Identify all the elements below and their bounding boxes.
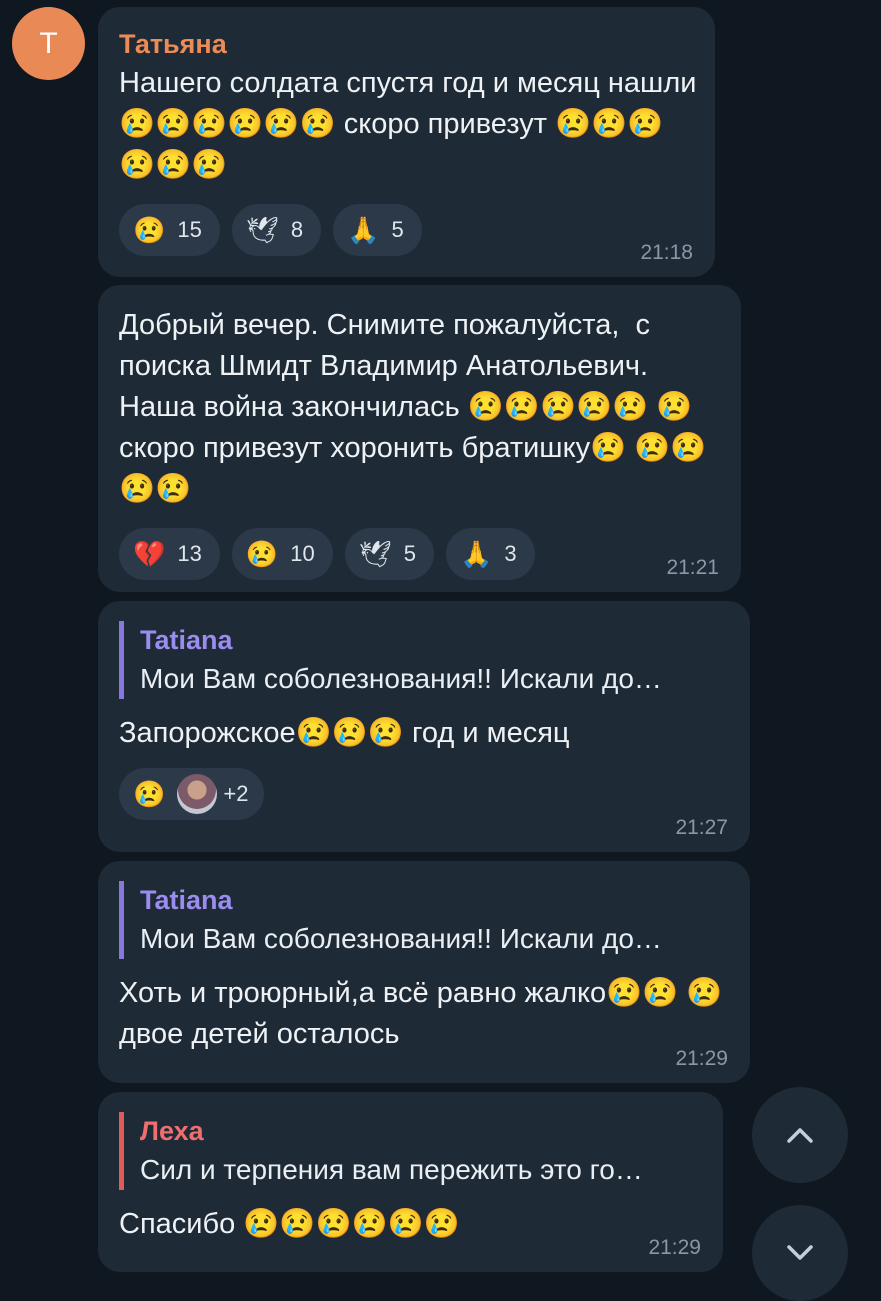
message-text: Запорожское😢😢😢 год и месяц (119, 717, 570, 749)
message-time: 21:27 (675, 816, 728, 839)
message-text: Хоть и троюрный,а всё равно жалко😢😢 😢 дв… (119, 977, 731, 1050)
reaction-chip[interactable]: 🙏 3 (445, 528, 535, 580)
chevron-up-icon (787, 1128, 813, 1143)
reaction-count: 13 (177, 541, 202, 566)
message-text: Добрый вечер. Снимите пожалуйста, с поис… (119, 309, 707, 505)
reaction-chip[interactable]: 💔 13 (119, 528, 220, 580)
reply-quote[interactable]: Tatiana Мои Вам соболезнования!! Искали … (119, 621, 728, 699)
sender-name[interactable]: Татьяна (119, 27, 693, 61)
crying-emoji-icon: 😢 (133, 214, 166, 245)
reactions-bar: 😢 +2 (119, 768, 728, 820)
message-time: 21:29 (675, 1047, 728, 1070)
message-bubble[interactable]: Tatiana Мои Вам соболезнования!! Искали … (98, 601, 750, 852)
quote-sender: Tatiana (140, 625, 233, 655)
message-bubble[interactable]: Tatiana Мои Вам соболезнования!! Искали … (98, 861, 750, 1083)
broken-heart-emoji-icon: 💔 (133, 538, 166, 569)
reaction-count: 5 (403, 541, 416, 566)
reply-quote[interactable]: Tatiana Мои Вам соболезнования!! Искали … (119, 881, 728, 959)
reaction-count: 15 (177, 217, 202, 242)
crying-emoji-icon: 😢 (245, 538, 279, 569)
message-time: 21:21 (666, 556, 719, 579)
reaction-chip[interactable]: 😢 +2 (119, 768, 265, 820)
dove-emoji-icon: 🕊 (245, 214, 279, 245)
quote-text: Сил и терпения вам пережить это го… (140, 1154, 643, 1185)
avatar-letter: T (39, 26, 58, 60)
praying-hands-emoji-icon: 🙏 (347, 214, 380, 245)
reaction-chip[interactable]: 😢 15 (119, 204, 220, 256)
reactions-bar: 💔 13 😢 10 🕊 5 🙏 3 (119, 528, 719, 580)
reactions-bar: 😢 15 🕊 8 🙏 5 (119, 204, 693, 256)
message-time: 21:18 (640, 241, 693, 264)
message-bubble[interactable]: Добрый вечер. Снимите пожалуйста, с поис… (98, 285, 741, 592)
reply-quote[interactable]: Леха Сил и терпения вам пережить это го… (119, 1112, 701, 1190)
reaction-chip[interactable]: 😢 10 (231, 528, 333, 580)
message-bubble[interactable]: Татьяна Нашего солдата спустя год и меся… (98, 7, 715, 277)
crying-emoji-icon: 😢 (133, 778, 166, 809)
reaction-chip[interactable]: 🕊 8 (231, 204, 322, 256)
quote-sender: Леха (140, 1116, 204, 1146)
message-text: Спасибо 😢😢😢😢😢😢 (119, 1208, 460, 1240)
sender-avatar[interactable]: T (12, 7, 85, 80)
message-time: 21:29 (648, 1236, 701, 1259)
quote-text: Мои Вам соболезнования!! Искали до… (140, 923, 662, 954)
message-text: Нашего солдата спустя год и месяц нашли … (119, 67, 705, 181)
reaction-chip[interactable]: 🙏 5 (333, 204, 422, 256)
chevron-down-icon (787, 1245, 813, 1260)
reactor-avatar (177, 774, 218, 814)
scroll-up-button[interactable] (752, 1087, 848, 1183)
reaction-count: 8 (290, 217, 304, 242)
reaction-extra-count: +2 (223, 781, 249, 806)
reaction-chip[interactable]: 🕊 5 (344, 528, 434, 580)
message-bubble[interactable]: Леха Сил и терпения вам пережить это го…… (98, 1092, 723, 1272)
reaction-count: 10 (290, 541, 315, 566)
quote-sender: Tatiana (140, 885, 233, 915)
scroll-down-button[interactable] (752, 1205, 848, 1301)
reaction-count: 3 (504, 541, 517, 566)
dove-emoji-icon: 🕊 (358, 538, 392, 569)
quote-text: Мои Вам соболезнования!! Искали до… (140, 663, 662, 694)
reaction-count: 5 (391, 217, 404, 242)
praying-hands-emoji-icon: 🙏 (459, 538, 493, 569)
